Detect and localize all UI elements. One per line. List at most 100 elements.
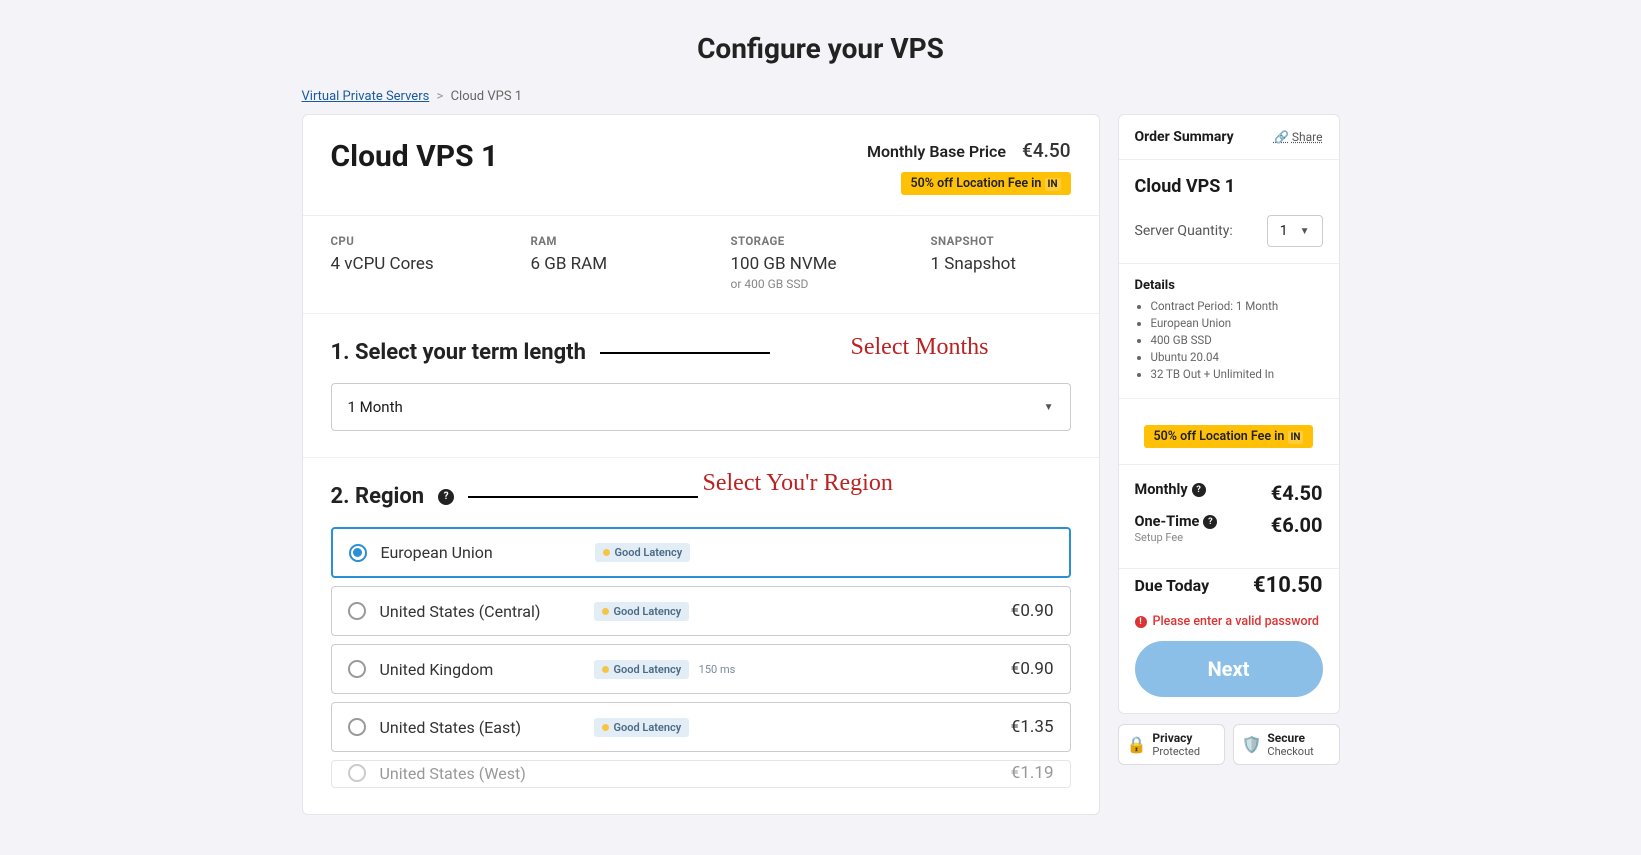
error-row: ! Please enter a valid password bbox=[1119, 614, 1339, 641]
lock-icon: 🔒 bbox=[1127, 735, 1147, 754]
breadcrumb-root-link[interactable]: Virtual Private Servers bbox=[302, 89, 430, 104]
region-name: United States (Central) bbox=[380, 602, 580, 621]
region-price: €1.19 bbox=[1011, 763, 1054, 783]
help-icon[interactable]: ? bbox=[438, 489, 454, 505]
spec-snapshot-value: 1 Snapshot bbox=[931, 254, 1071, 274]
region-name: United States (West) bbox=[380, 764, 580, 783]
region-option-uk[interactable]: United Kingdom Good Latency 150 ms €0.90 bbox=[331, 644, 1071, 694]
detail-item: 32 TB Out + Unlimited In bbox=[1151, 367, 1323, 381]
product-name: Cloud VPS 1 bbox=[331, 139, 499, 174]
annotation-select-region: Select You'r Region bbox=[703, 470, 893, 497]
privacy-badge: 🔒 Privacy Protected bbox=[1118, 724, 1225, 765]
privacy-title: Privacy bbox=[1152, 731, 1200, 745]
annotation-line bbox=[600, 352, 770, 354]
error-text: Please enter a valid password bbox=[1153, 614, 1319, 629]
secure-title: Secure bbox=[1267, 731, 1313, 745]
spec-cpu-label: CPU bbox=[331, 234, 471, 248]
breadcrumb-current: Cloud VPS 1 bbox=[451, 89, 523, 104]
term-length-dropdown[interactable]: 1 Month ▼ bbox=[331, 383, 1071, 431]
spec-ram-value: 6 GB RAM bbox=[531, 254, 671, 274]
qty-dropdown[interactable]: 1 ▼ bbox=[1267, 215, 1323, 247]
security-badges: 🔒 Privacy Protected 🛡️ Secure Checkout bbox=[1118, 724, 1340, 765]
latency-ms: 150 ms bbox=[699, 663, 736, 676]
next-button[interactable]: Next bbox=[1135, 641, 1323, 697]
details-title: Details bbox=[1135, 278, 1323, 293]
radio-icon bbox=[348, 660, 366, 678]
page-title: Configure your VPS bbox=[0, 0, 1641, 89]
annotation-select-months: Select Months bbox=[851, 334, 989, 361]
detail-item: Ubuntu 20.04 bbox=[1151, 350, 1323, 364]
qty-value: 1 bbox=[1280, 223, 1288, 239]
order-summary-sidebar: Order Summary 🔗 Share Cloud VPS 1 Server… bbox=[1118, 114, 1340, 765]
promo-flag: IN bbox=[1045, 178, 1061, 191]
region-option-us-east[interactable]: United States (East) Good Latency €1.35 bbox=[331, 702, 1071, 752]
latency-badge: Good Latency bbox=[594, 718, 690, 737]
help-icon[interactable]: ? bbox=[1203, 515, 1217, 529]
caret-down-icon: ▼ bbox=[1300, 226, 1310, 237]
monthly-label: Monthly bbox=[1135, 481, 1188, 498]
radio-icon bbox=[348, 602, 366, 620]
latency-badge: Good Latency bbox=[594, 602, 690, 621]
radio-icon bbox=[348, 718, 366, 736]
onetime-label: One-Time bbox=[1135, 513, 1200, 530]
promo-flag: IN bbox=[1288, 431, 1304, 444]
annotation-line-2 bbox=[468, 496, 698, 498]
specs-row: CPU 4 vCPU Cores RAM 6 GB RAM STORAGE 10… bbox=[303, 216, 1099, 314]
promo-badge: 50% off Location Fee in IN bbox=[901, 172, 1071, 195]
detail-item: European Union bbox=[1151, 316, 1323, 330]
spec-snapshot-label: SNAPSHOT bbox=[931, 234, 1071, 248]
section-region: 2. Region ? Select You'r Region European… bbox=[303, 458, 1099, 814]
region-name: European Union bbox=[381, 543, 581, 562]
onetime-sub: Setup Fee bbox=[1135, 531, 1218, 544]
promo-text: 50% off Location Fee in bbox=[1154, 429, 1285, 444]
monthly-value: €4.50 bbox=[1271, 481, 1323, 505]
price-value: €4.50 bbox=[1022, 139, 1070, 162]
config-panel: Cloud VPS 1 Monthly Base Price €4.50 50%… bbox=[302, 114, 1100, 815]
secure-sub: Checkout bbox=[1267, 745, 1313, 758]
promo-text: 50% off Location Fee in bbox=[911, 176, 1042, 191]
region-option-us-west[interactable]: United States (West) €1.19 bbox=[331, 760, 1071, 788]
shield-icon: 🛡️ bbox=[1242, 735, 1262, 754]
qty-label: Server Quantity: bbox=[1135, 223, 1233, 239]
breadcrumb: Virtual Private Servers > Cloud VPS 1 bbox=[302, 89, 1340, 104]
section-term-length: 1. Select your term length Select Months… bbox=[303, 314, 1099, 458]
due-label: Due Today bbox=[1135, 576, 1210, 595]
error-icon: ! bbox=[1135, 616, 1147, 628]
detail-item: Contract Period: 1 Month bbox=[1151, 299, 1323, 313]
region-option-eu[interactable]: European Union Good Latency bbox=[331, 527, 1071, 578]
spec-storage-value: 100 GB NVMe bbox=[731, 254, 871, 274]
breadcrumb-separator: > bbox=[437, 89, 444, 104]
region-price: €1.35 bbox=[1011, 717, 1054, 737]
latency-badge: Good Latency bbox=[594, 660, 690, 679]
latency-badge: Good Latency bbox=[595, 543, 691, 562]
secure-badge: 🛡️ Secure Checkout bbox=[1233, 724, 1340, 765]
summary-promo-badge: 50% off Location Fee in IN bbox=[1144, 425, 1314, 448]
spec-cpu-value: 4 vCPU Cores bbox=[331, 254, 471, 274]
region-name: United Kingdom bbox=[380, 660, 580, 679]
summary-product-name: Cloud VPS 1 bbox=[1135, 176, 1323, 197]
section2-title: 2. Region bbox=[331, 484, 425, 509]
region-option-us-central[interactable]: United States (Central) Good Latency €0.… bbox=[331, 586, 1071, 636]
radio-icon bbox=[348, 764, 366, 782]
due-value: €10.50 bbox=[1253, 573, 1323, 598]
summary-title: Order Summary bbox=[1135, 129, 1234, 145]
share-link[interactable]: 🔗 Share bbox=[1274, 130, 1323, 144]
region-price: €0.90 bbox=[1011, 659, 1054, 679]
share-label: Share bbox=[1292, 130, 1323, 144]
term-length-selected: 1 Month bbox=[348, 398, 403, 416]
help-icon[interactable]: ? bbox=[1192, 483, 1206, 497]
details-list: Contract Period: 1 Month European Union … bbox=[1135, 299, 1323, 381]
spec-storage-label: STORAGE bbox=[731, 234, 871, 248]
region-list: European Union Good Latency United State… bbox=[331, 527, 1071, 788]
order-summary-card: Order Summary 🔗 Share Cloud VPS 1 Server… bbox=[1118, 114, 1340, 714]
price-label: Monthly Base Price bbox=[867, 142, 1006, 161]
detail-item: 400 GB SSD bbox=[1151, 333, 1323, 347]
spec-ram-label: RAM bbox=[531, 234, 671, 248]
caret-down-icon: ▼ bbox=[1044, 402, 1054, 413]
region-price: €0.90 bbox=[1011, 601, 1054, 621]
privacy-sub: Protected bbox=[1152, 745, 1200, 758]
onetime-value: €6.00 bbox=[1271, 513, 1323, 537]
section1-title: 1. Select your term length bbox=[331, 340, 586, 365]
link-icon: 🔗 bbox=[1274, 130, 1289, 144]
region-name: United States (East) bbox=[380, 718, 580, 737]
